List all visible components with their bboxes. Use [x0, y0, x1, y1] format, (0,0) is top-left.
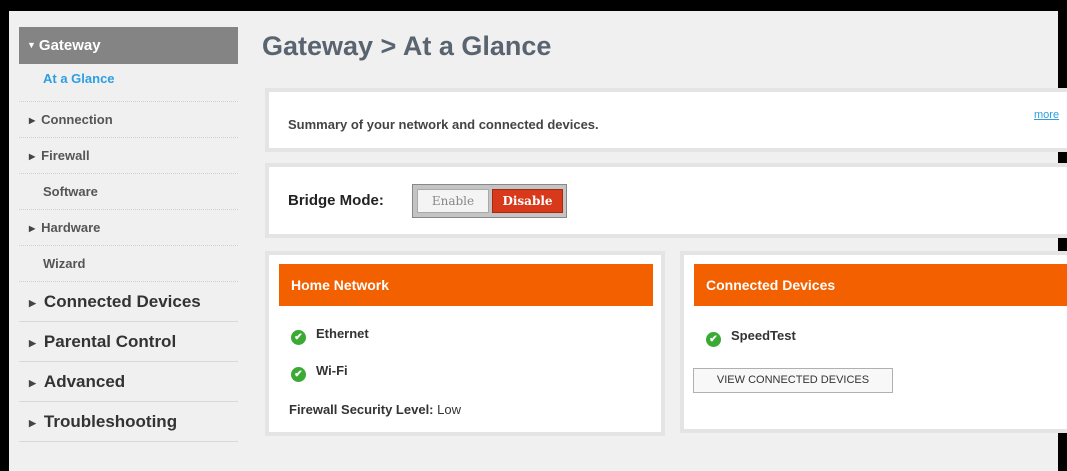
- triangle-right-icon: ▶: [29, 378, 36, 388]
- check-icon: ✔: [706, 332, 721, 347]
- bridge-mode-toggle: Enable Disable: [412, 184, 567, 218]
- bridge-mode-label: Bridge Mode:: [288, 192, 384, 209]
- sidebar-item-label: Connection: [41, 112, 113, 127]
- sidebar-item-label: Firewall: [41, 148, 90, 163]
- disable-button[interactable]: Disable: [492, 189, 563, 213]
- firewall-level: Firewall Security Level: Low: [289, 402, 461, 417]
- bridge-mode-panel: Bridge Mode: Enable Disable: [265, 163, 1067, 238]
- home-network-panel: Home Network ✔ Ethernet ✔ Wi-Fi Firewall S…: [265, 251, 665, 436]
- page-title: Gateway > At a Glance: [262, 31, 552, 61]
- summary-text: Summary of your network and connected de…: [288, 117, 599, 132]
- home-network-header: Home Network: [279, 264, 653, 306]
- sidebar-item-label: Software: [43, 184, 98, 199]
- enable-button[interactable]: Enable: [417, 189, 489, 213]
- firewall-level-value: Low: [437, 402, 461, 417]
- sidebar-item-advanced[interactable]: ▶ Advanced: [19, 362, 238, 402]
- triangle-right-icon: ▶: [29, 418, 36, 428]
- sidebar-section-gateway[interactable]: ▼ Gateway: [19, 27, 238, 64]
- sidebar-item-at-a-glance[interactable]: At a Glance: [19, 64, 238, 102]
- sidebar-item-connection[interactable]: ▶ Connection: [19, 102, 238, 138]
- triangle-right-icon: ▶: [29, 224, 36, 233]
- sidebar-item-label: Wizard: [43, 256, 86, 271]
- sidebar-item-connected-devices[interactable]: ▶ Connected Devices: [19, 282, 238, 322]
- sidebar-item-label: At a Glance: [43, 71, 115, 86]
- triangle-right-icon: ▶: [29, 298, 36, 308]
- sidebar-item-label: Troubleshooting: [43, 412, 178, 431]
- status-row-wifi: ✔ Wi-Fi: [291, 363, 348, 382]
- sidebar-item-label: Connected Devices: [43, 292, 201, 311]
- sidebar-item-label: Advanced: [43, 372, 126, 391]
- status-row-ethernet: ✔ Ethernet: [291, 326, 369, 345]
- connected-devices-panel: Connected Devices ✔ SpeedTest VIEW CONNEC…: [680, 251, 1067, 433]
- more-link[interactable]: more: [1034, 109, 1059, 121]
- sidebar-item-firewall[interactable]: ▶ Firewall: [19, 138, 238, 174]
- caret-down-icon: ▼: [27, 40, 36, 50]
- sidebar-nav: ▼ Gateway At a Glance ▶ Connection ▶ Firewa…: [19, 27, 238, 442]
- sidebar-item-wizard[interactable]: Wizard: [19, 246, 238, 282]
- sidebar-item-parental-control[interactable]: ▶ Parental Control: [19, 322, 238, 362]
- device-label: SpeedTest: [731, 328, 796, 343]
- device-row-speedtest: ✔ SpeedTest: [706, 328, 796, 347]
- view-connected-devices-button[interactable]: VIEW CONNECTED DEVICES: [693, 368, 893, 393]
- connected-devices-header: Connected Devices: [694, 264, 1067, 306]
- status-label: Wi-Fi: [316, 363, 348, 378]
- sidebar-item-label: Hardware: [41, 220, 101, 235]
- sidebar-item-label: Parental Control: [43, 332, 177, 351]
- sidebar-item-troubleshooting[interactable]: ▶ Troubleshooting: [19, 402, 238, 442]
- triangle-right-icon: ▶: [29, 152, 36, 161]
- status-label: Ethernet: [316, 326, 369, 341]
- check-icon: ✔: [291, 330, 306, 345]
- sidebar-item-software[interactable]: Software: [19, 174, 238, 210]
- summary-panel: Summary of your network and connected de…: [265, 88, 1067, 152]
- triangle-right-icon: ▶: [29, 338, 36, 348]
- firewall-level-label: Firewall Security Level:: [289, 402, 434, 417]
- sidebar-item-hardware[interactable]: ▶ Hardware: [19, 210, 238, 246]
- check-icon: ✔: [291, 367, 306, 382]
- triangle-right-icon: ▶: [29, 116, 36, 125]
- sidebar-section-label: Gateway: [38, 37, 101, 54]
